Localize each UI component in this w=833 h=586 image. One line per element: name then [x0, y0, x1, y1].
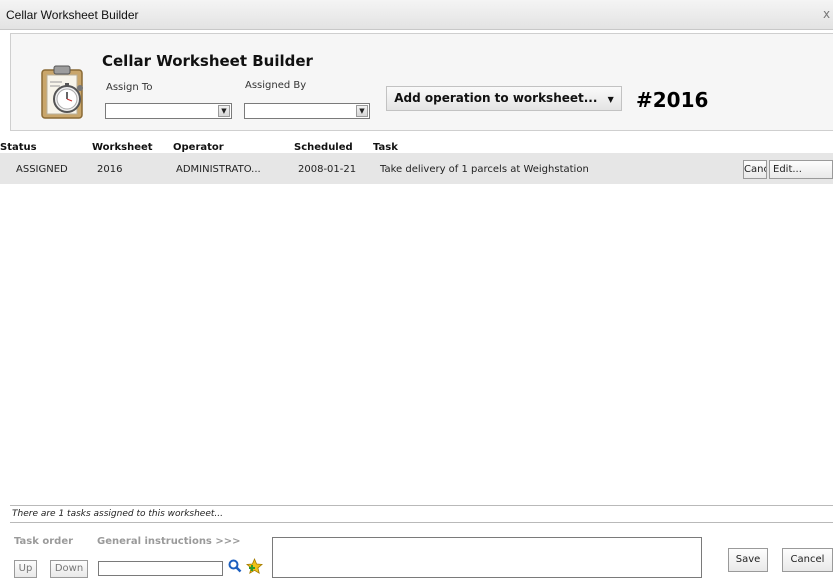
- worksheet-number: #2016: [636, 88, 709, 112]
- general-instructions-label: General instructions >>>: [97, 536, 241, 547]
- chevron-down-icon[interactable]: ▼: [356, 105, 368, 117]
- search-icon[interactable]: [228, 559, 242, 573]
- row-scheduled: 2008-01-21: [298, 164, 357, 175]
- add-operation-button[interactable]: Add operation to worksheet... ▼: [386, 86, 622, 111]
- row-edit-button[interactable]: Edit...: [769, 160, 833, 179]
- save-button[interactable]: Save: [728, 548, 768, 572]
- column-header-operator[interactable]: Operator: [173, 142, 224, 153]
- header-title: Cellar Worksheet Builder: [102, 52, 313, 70]
- row-task: Take delivery of 1 parcels at Weighstati…: [380, 164, 589, 175]
- row-cancel-button[interactable]: Cancel: [743, 160, 767, 179]
- assigned-by-select[interactable]: ▼: [244, 103, 370, 119]
- cancel-button[interactable]: Cancel: [782, 548, 833, 572]
- task-count-status: There are 1 tasks assigned to this works…: [10, 505, 833, 523]
- add-operation-label: Add operation to worksheet...: [394, 91, 598, 105]
- assign-to-select[interactable]: ▼: [105, 103, 232, 119]
- column-header-status[interactable]: Status: [0, 142, 37, 153]
- down-button[interactable]: Down: [50, 560, 88, 578]
- window-titlebar: Cellar Worksheet Builder x: [0, 0, 833, 30]
- clipboard-stopwatch-icon: [41, 65, 83, 119]
- column-header-scheduled[interactable]: Scheduled: [294, 142, 353, 153]
- up-button[interactable]: Up: [14, 560, 37, 578]
- instructions-textarea[interactable]: [272, 537, 702, 578]
- task-order-label: Task order: [14, 536, 74, 547]
- column-header-task[interactable]: Task: [373, 142, 398, 153]
- row-worksheet: 2016: [97, 164, 123, 175]
- row-status: ASSIGNED: [16, 164, 68, 175]
- assign-to-label: Assign To: [106, 82, 153, 93]
- column-header-worksheet[interactable]: Worksheet: [92, 142, 153, 153]
- chevron-down-icon[interactable]: ▼: [218, 105, 230, 117]
- assigned-by-label: Assigned By: [245, 80, 307, 91]
- search-input[interactable]: [98, 561, 223, 576]
- close-icon[interactable]: x: [823, 7, 833, 21]
- window-title: Cellar Worksheet Builder: [6, 8, 139, 22]
- dropdown-caret-icon: ▼: [607, 95, 614, 104]
- row-operator: ADMINISTRATO...: [176, 164, 261, 175]
- add-star-icon[interactable]: [246, 558, 263, 575]
